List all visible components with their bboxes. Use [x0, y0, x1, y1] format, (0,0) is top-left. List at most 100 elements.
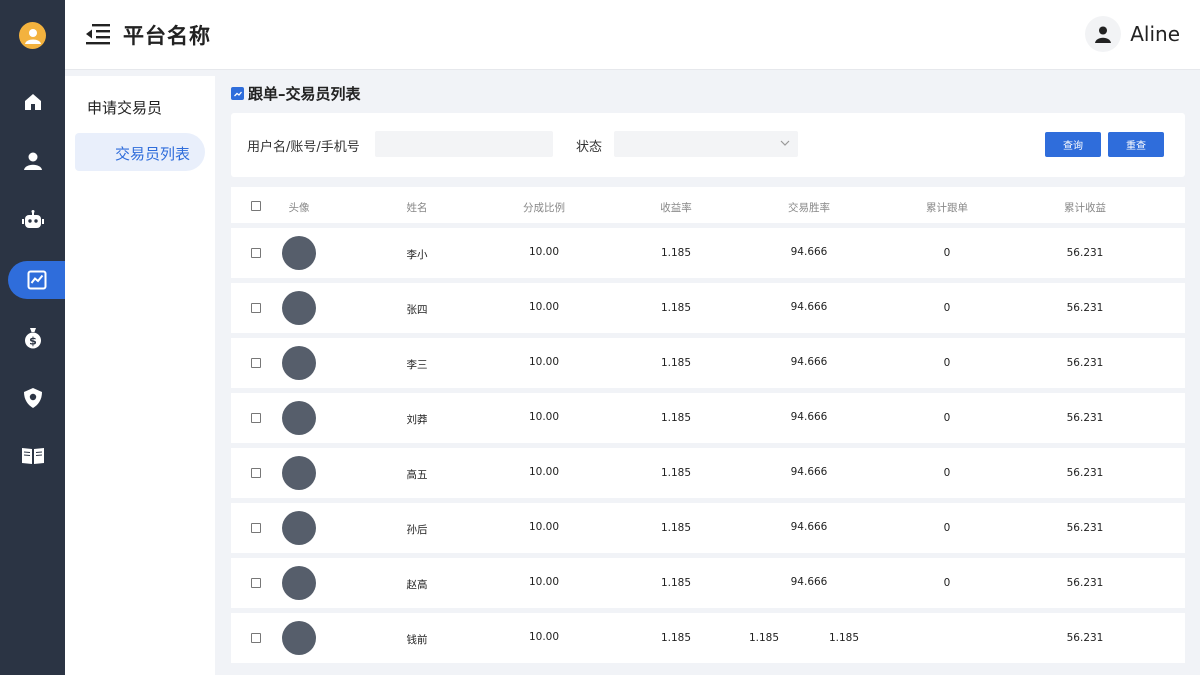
- status-select[interactable]: [614, 131, 798, 157]
- cell-ratio: 10.00: [528, 411, 560, 423]
- cell-yield: 1.185: [660, 632, 692, 644]
- shield-icon[interactable]: [0, 379, 65, 417]
- cell-ratio: 10.00: [528, 466, 560, 478]
- row-checkbox[interactable]: [251, 578, 261, 588]
- submenu-item-apply-trader[interactable]: 申请交易员: [87, 97, 162, 118]
- cell-ratio: 10.00: [528, 246, 560, 258]
- chevron-down-icon: [780, 140, 790, 146]
- avatar: [282, 511, 316, 545]
- cell-name: 李小: [406, 249, 428, 261]
- cell-win-rate: 94.666: [790, 411, 828, 423]
- cell-follows: 0: [943, 357, 951, 369]
- cell-ratio: 10.00: [528, 576, 560, 588]
- cell-follows: 0: [943, 522, 951, 534]
- cell-follows: 0: [943, 412, 951, 424]
- username-input[interactable]: [375, 131, 553, 157]
- user-avatar-icon[interactable]: [1085, 16, 1122, 52]
- cell-win-rate: 1.185: [748, 632, 780, 644]
- cell-follows: 0: [943, 467, 951, 479]
- row-checkbox[interactable]: [251, 303, 261, 313]
- breadcrumb: 跟单–交易员列表: [231, 83, 361, 104]
- cell-profit: 56.231: [1066, 302, 1104, 314]
- cell-follows: 0: [943, 247, 951, 259]
- avatar: [282, 566, 316, 600]
- cell-follows: 1.185: [828, 632, 860, 644]
- cell-yield: 1.185: [660, 467, 692, 479]
- cell-yield: 1.185: [660, 412, 692, 424]
- select-all-checkbox[interactable]: [251, 201, 261, 211]
- cell-yield: 1.185: [660, 247, 692, 259]
- header-name: 姓名: [406, 202, 428, 214]
- table-row[interactable]: 钱前 10.00 1.185 1.185 1.185 56.231: [231, 613, 1185, 663]
- menu-fold-icon[interactable]: [85, 22, 111, 48]
- cell-win-rate: 94.666: [790, 301, 828, 313]
- submenu: 申请交易员 交易员列表: [65, 76, 215, 675]
- cell-profit: 56.231: [1066, 467, 1104, 479]
- row-checkbox[interactable]: [251, 523, 261, 533]
- user-icon[interactable]: [0, 142, 65, 180]
- status-label: 状态: [576, 140, 603, 155]
- user-name[interactable]: Aline: [1130, 22, 1180, 46]
- row-checkbox[interactable]: [251, 468, 261, 478]
- table-row[interactable]: 李三 10.00 1.185 94.666 0 56.231: [231, 338, 1185, 388]
- reset-button[interactable]: 重查: [1108, 132, 1164, 157]
- cell-ratio: 10.00: [528, 301, 560, 313]
- avatar: [282, 621, 316, 655]
- row-checkbox[interactable]: [251, 248, 261, 258]
- chart-icon[interactable]: [8, 261, 65, 299]
- table-row[interactable]: 张四 10.00 1.185 94.666 0 56.231: [231, 283, 1185, 333]
- header-follows: 累计跟单: [926, 202, 968, 214]
- app-title: 平台名称: [123, 24, 211, 48]
- cell-win-rate: 94.666: [790, 246, 828, 258]
- top-header: 平台名称 Aline: [65, 0, 1200, 70]
- breadcrumb-text: 跟单–交易员列表: [248, 85, 361, 103]
- cell-yield: 1.185: [660, 357, 692, 369]
- table-row[interactable]: 刘莽 10.00 1.185 94.666 0 56.231: [231, 393, 1185, 443]
- cell-name: 赵高: [406, 579, 428, 591]
- avatar: [282, 291, 316, 325]
- money-bag-icon[interactable]: $: [0, 319, 65, 357]
- avatar: [282, 401, 316, 435]
- filter-bar: 用户名/账号/手机号 状态 查询 重查: [231, 113, 1185, 177]
- logo-icon[interactable]: [19, 22, 46, 49]
- table-header: 头像 姓名 分成比例 收益率 交易胜率 累计跟单 累计收益: [231, 187, 1185, 223]
- cell-profit: 56.231: [1066, 522, 1104, 534]
- row-checkbox[interactable]: [251, 633, 261, 643]
- header-profit: 累计收益: [1064, 202, 1106, 214]
- cell-win-rate: 94.666: [790, 576, 828, 588]
- table-row[interactable]: 赵高 10.00 1.185 94.666 0 56.231: [231, 558, 1185, 608]
- cell-follows: 0: [943, 577, 951, 589]
- table-row[interactable]: 高五 10.00 1.185 94.666 0 56.231: [231, 448, 1185, 498]
- username-label: 用户名/账号/手机号: [247, 140, 360, 155]
- cell-profit: 56.231: [1066, 357, 1104, 369]
- cell-yield: 1.185: [660, 577, 692, 589]
- avatar: [282, 456, 316, 490]
- cell-ratio: 10.00: [528, 631, 560, 643]
- cell-name: 钱前: [406, 634, 428, 646]
- cell-ratio: 10.00: [528, 356, 560, 368]
- avatar: [282, 346, 316, 380]
- row-checkbox[interactable]: [251, 413, 261, 423]
- cell-name: 李三: [406, 359, 428, 371]
- cell-profit: 56.231: [1066, 247, 1104, 259]
- home-icon[interactable]: [0, 83, 65, 121]
- cell-ratio: 10.00: [528, 521, 560, 533]
- row-checkbox[interactable]: [251, 358, 261, 368]
- book-icon[interactable]: [0, 437, 65, 475]
- cell-profit: 56.231: [1066, 412, 1104, 424]
- header-ratio: 分成比例: [523, 202, 565, 214]
- table-row[interactable]: 李小 10.00 1.185 94.666 0 56.231: [231, 228, 1185, 278]
- search-button[interactable]: 查询: [1045, 132, 1101, 157]
- user-menu[interactable]: Aline: [1085, 16, 1180, 52]
- table-row[interactable]: 孙后 10.00 1.185 94.666 0 56.231: [231, 503, 1185, 553]
- cell-profit: 56.231: [1066, 632, 1104, 644]
- cell-name: 高五: [406, 469, 428, 481]
- header-avatar: 头像: [288, 202, 310, 214]
- submenu-item-trader-list[interactable]: 交易员列表: [75, 133, 205, 171]
- cell-name: 张四: [406, 304, 428, 316]
- cell-name: 刘莽: [406, 414, 428, 426]
- cell-follows: 0: [943, 302, 951, 314]
- cell-yield: 1.185: [660, 302, 692, 314]
- robot-icon[interactable]: [0, 201, 65, 239]
- avatar: [282, 236, 316, 270]
